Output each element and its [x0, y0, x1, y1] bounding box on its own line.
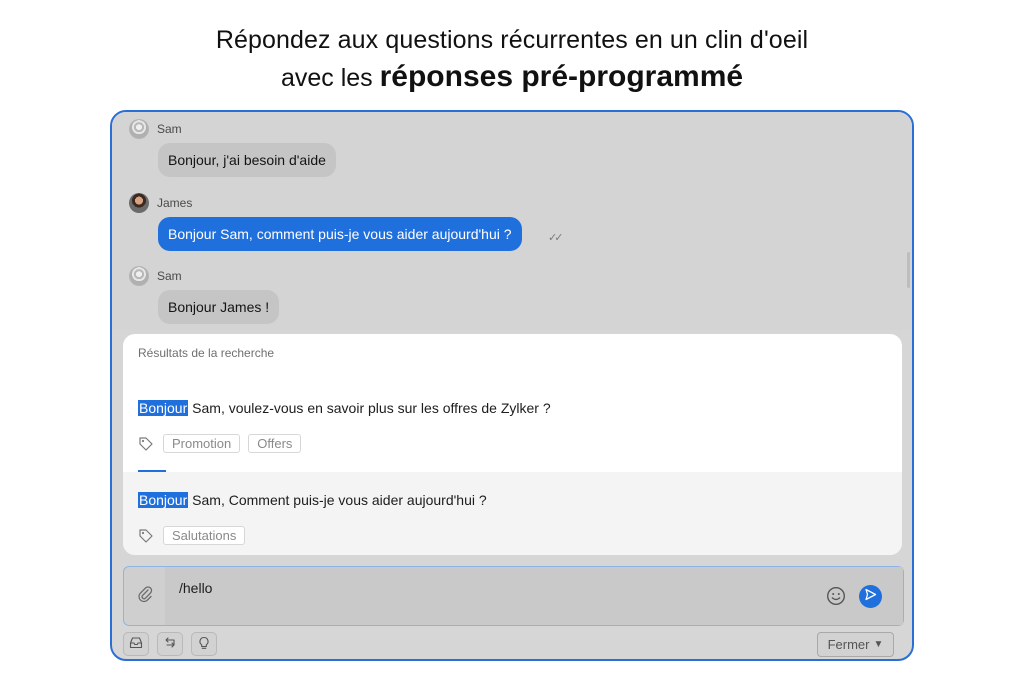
tag-icon [138, 436, 154, 452]
chat-transcript: Sam Bonjour, j'ai besoin d'aide James Bo… [112, 112, 912, 330]
headline-emphasis: réponses pré-programmé [379, 60, 744, 93]
tag-chip: Promotion [163, 434, 241, 453]
tag-chip: Salutations [163, 526, 246, 545]
message-bubble-outgoing: Bonjour Sam, comment puis-je vous aider … [158, 217, 522, 251]
inbox-icon [129, 636, 143, 652]
transfer-icon [163, 636, 177, 652]
avatar [129, 193, 149, 213]
message-bubble-incoming: Bonjour, j'ai besoin d'aide [158, 143, 336, 177]
emoji-icon[interactable] [826, 586, 846, 606]
canned-response-item[interactable]: Bonjour Sam, Comment puis-je vous aider … [123, 472, 902, 555]
close-chat-button[interactable]: Fermer ▼ [817, 632, 894, 657]
search-match-highlight: Bonjour [138, 400, 189, 416]
sender-name: James [157, 196, 193, 210]
avatar [129, 119, 149, 139]
tag-row: Promotion Offers [138, 434, 309, 453]
canned-response-text: Bonjour Sam, voulez-vous en savoir plus … [138, 400, 551, 416]
message-sender: James [129, 193, 192, 213]
composer-input-area [165, 567, 903, 625]
message-input[interactable] [179, 580, 779, 596]
attach-button[interactable] [124, 567, 165, 625]
tag-row: Salutations [138, 526, 253, 545]
sender-name: Sam [157, 122, 182, 136]
transfer-button[interactable] [157, 632, 183, 656]
headline-line-1: Répondez aux questions récurrentes en un… [215, 26, 809, 54]
canned-response-item[interactable]: Bonjour Sam, voulez-vous en savoir plus … [123, 374, 902, 472]
lightbulb-icon [198, 636, 210, 653]
canned-responses-popup: Résultats de la recherche Bonjour Sam, v… [123, 334, 902, 555]
message-sender: Sam [129, 119, 182, 139]
canned-response-body: Sam, voulez-vous en savoir plus sur les … [188, 400, 551, 416]
paperclip-icon [137, 585, 153, 608]
chat-window: Sam Bonjour, j'ai besoin d'aide James Bo… [110, 110, 914, 661]
chevron-down-icon: ▼ [873, 639, 884, 650]
send-button[interactable] [859, 585, 882, 608]
search-match-highlight: Bonjour [138, 492, 189, 508]
sender-name: Sam [157, 269, 182, 283]
canned-response-text: Bonjour Sam, Comment puis-je vous aider … [138, 492, 487, 508]
tag-icon [138, 528, 154, 544]
headline-line-2: avec les réponses pré-programmé [0, 60, 1024, 94]
inbox-button[interactable] [123, 632, 149, 656]
message-sender: Sam [129, 266, 182, 286]
message-composer [123, 566, 904, 626]
avatar [129, 266, 149, 286]
results-title: Résultats de la recherche [138, 346, 275, 360]
tag-chip: Offers [248, 434, 302, 453]
send-icon [864, 588, 877, 606]
message-bubble-incoming: Bonjour James ! [158, 290, 280, 324]
read-receipt-icon: ✓✓ [548, 232, 564, 244]
canned-response-body: Sam, Comment puis-je vous aider aujourd'… [188, 492, 487, 508]
close-chat-label: Fermer [827, 637, 870, 652]
chat-scrollbar[interactable] [907, 252, 910, 288]
headline-prefix: avec les [280, 64, 380, 92]
suggestions-button[interactable] [191, 632, 217, 656]
